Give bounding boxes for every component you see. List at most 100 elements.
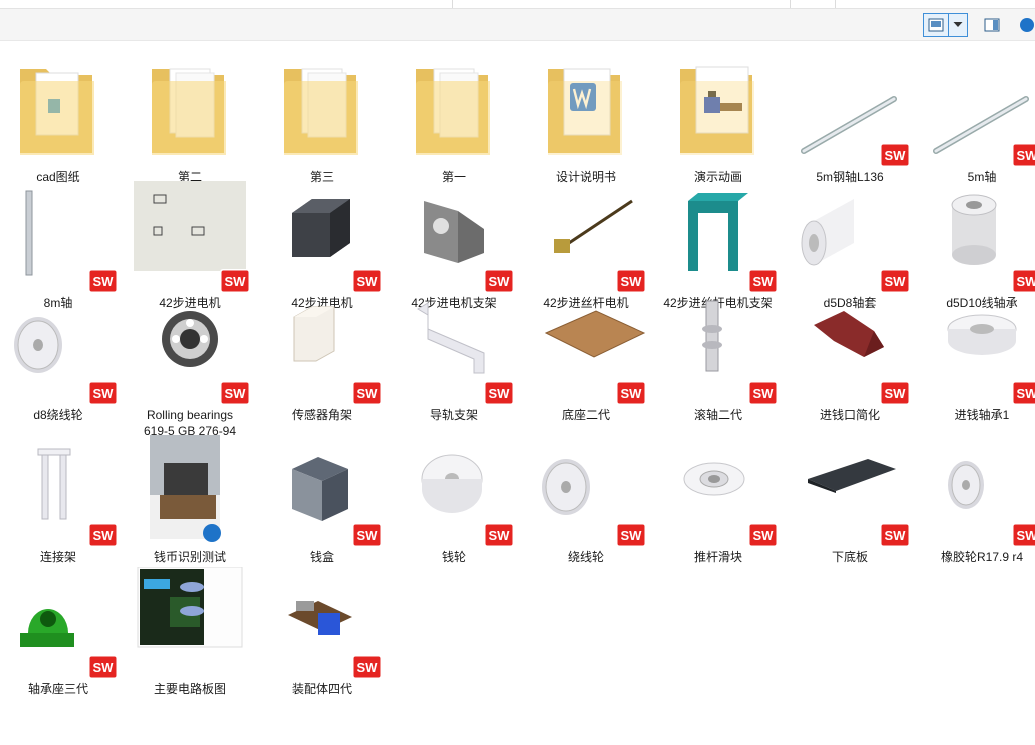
part-preview-icon: SW — [262, 293, 382, 405]
folder-item[interactable]: 第三 — [256, 55, 388, 185]
file-item[interactable]: 主要电路板图 — [124, 567, 256, 697]
file-item[interactable]: SW 绕线轮 — [520, 435, 652, 565]
file-item[interactable]: SW 钱盒 — [256, 435, 388, 565]
column-divider[interactable] — [835, 0, 836, 8]
file-name-label: 推杆滑块 — [693, 550, 742, 564]
file-item[interactable]: SW 推杆滑块 — [652, 435, 784, 565]
part-preview-icon: SW — [658, 181, 778, 293]
file-item[interactable]: SW 42步进电机 — [256, 181, 388, 311]
svg-text:SW: SW — [357, 660, 379, 675]
solidworks-file-icon: SW — [220, 269, 250, 293]
file-item[interactable]: SW 42步进电机 — [124, 181, 256, 311]
file-name-label: 进钱轴承1 — [954, 408, 1010, 422]
thumbnail-icon — [130, 435, 250, 547]
svg-text:SW: SW — [753, 528, 775, 543]
file-item[interactable]: SW 42步进丝杆电机支架 — [652, 181, 784, 311]
file-name-label: 进钱口简化 — [819, 408, 880, 422]
file-item[interactable]: SW d8绕线轮 — [0, 293, 124, 423]
file-name-label: 橡胶轮R17.9 r4 — [940, 550, 1024, 564]
part-preview-icon: SW — [394, 293, 514, 405]
file-item[interactable]: SW 底座二代 — [520, 293, 652, 423]
solidworks-file-icon: SW — [352, 269, 382, 293]
part-preview-icon: SW — [526, 181, 646, 293]
part-preview-icon: SW — [394, 435, 514, 547]
svg-text:SW: SW — [93, 274, 115, 289]
solidworks-file-icon: SW — [352, 655, 382, 679]
solidworks-file-icon: SW — [352, 381, 382, 405]
part-preview-icon: SW — [0, 567, 118, 679]
svg-text:SW: SW — [489, 274, 511, 289]
svg-text:SW: SW — [885, 274, 907, 289]
explorer-toolbar — [0, 0, 1035, 41]
file-item[interactable]: SW 传感器角架 — [256, 293, 388, 423]
solidworks-file-icon: SW — [616, 523, 646, 547]
folder-item[interactable]: 第二 — [124, 55, 256, 185]
folder-icon — [262, 55, 382, 167]
file-item[interactable]: SW 42步进电机支架 — [388, 181, 520, 311]
part-preview-icon: SW — [922, 435, 1035, 547]
folder-item[interactable]: 设计说明书 — [520, 55, 652, 185]
file-item[interactable]: SW Rolling bearings 619-5 GB 276-94 — [124, 293, 256, 439]
solidworks-file-icon: SW — [484, 269, 514, 293]
solidworks-file-icon: SW — [484, 523, 514, 547]
preview-pane-button[interactable] — [980, 13, 1004, 37]
file-item[interactable]: SW 滚轴二代 — [652, 293, 784, 423]
file-item[interactable]: 钱币识别测试 — [124, 435, 256, 565]
change-view-button[interactable] — [923, 13, 949, 37]
file-name-label: d8绕线轮 — [33, 408, 83, 422]
file-item[interactable]: SW 5m轴 — [916, 55, 1035, 185]
part-preview-icon: SW — [262, 181, 382, 293]
file-name-label: 钱轮 — [441, 550, 466, 564]
solidworks-file-icon: SW — [220, 381, 250, 405]
svg-text:SW: SW — [885, 528, 907, 543]
part-preview-icon: SW — [790, 293, 910, 405]
column-divider[interactable] — [452, 0, 453, 8]
solidworks-file-icon: SW — [616, 381, 646, 405]
svg-text:SW: SW — [489, 528, 511, 543]
svg-text:SW: SW — [489, 386, 511, 401]
file-item[interactable]: SW 进钱口简化 — [784, 293, 916, 423]
svg-text:SW: SW — [93, 660, 115, 675]
file-name-label: 下底板 — [831, 550, 868, 564]
file-item[interactable]: SW 装配体四代 — [256, 567, 388, 697]
part-preview-icon: SW — [262, 435, 382, 547]
svg-text:SW: SW — [885, 386, 907, 401]
folder-item[interactable]: 演示动画 — [652, 55, 784, 185]
folder-item[interactable]: 第一 — [388, 55, 520, 185]
file-item[interactable]: SW 轴承座三代 — [0, 567, 124, 697]
column-divider[interactable] — [790, 0, 791, 8]
file-item[interactable]: SW 钱轮 — [388, 435, 520, 565]
folder-icon — [130, 55, 250, 167]
solidworks-file-icon: SW — [880, 269, 910, 293]
file-item[interactable]: SW 进钱轴承1 — [916, 293, 1035, 423]
file-item[interactable]: SW 8m轴 — [0, 181, 124, 311]
file-item[interactable]: SW d5D8轴套 — [784, 181, 916, 311]
part-preview-icon: SW — [0, 181, 118, 293]
help-button[interactable] — [1018, 13, 1035, 37]
part-preview-icon: SW — [790, 55, 910, 167]
file-item[interactable]: SW 橡胶轮R17.9 r4 — [916, 435, 1035, 565]
file-item[interactable]: SW 42步进丝杆电机 — [520, 181, 652, 311]
preview-pane-icon — [984, 18, 1000, 32]
svg-text:SW: SW — [225, 386, 247, 401]
file-item[interactable]: SW 5m钢轴L136 — [784, 55, 916, 185]
solidworks-file-icon: SW — [1012, 143, 1035, 167]
file-item[interactable]: SW d5D10线轴承 — [916, 181, 1035, 311]
solidworks-file-icon: SW — [352, 523, 382, 547]
solidworks-file-icon: SW — [484, 381, 514, 405]
folder-icon — [394, 55, 514, 167]
part-preview-icon: SW — [790, 435, 910, 547]
thumbnail-icon — [130, 567, 250, 679]
file-item[interactable]: SW 下底板 — [784, 435, 916, 565]
part-preview-icon: SW — [658, 293, 778, 405]
file-name-label: 轴承座三代 — [27, 682, 88, 696]
file-name-label: 主要电路板图 — [153, 682, 226, 696]
file-item[interactable]: SW 导轨支架 — [388, 293, 520, 423]
folder-icon — [658, 55, 778, 167]
part-preview-icon: SW — [130, 181, 250, 293]
solidworks-file-icon: SW — [880, 381, 910, 405]
folder-item[interactable]: cad图纸 — [0, 55, 124, 185]
view-options-dropdown[interactable] — [948, 13, 968, 37]
file-name-label: 连接架 — [39, 550, 76, 564]
file-item[interactable]: SW 连接架 — [0, 435, 124, 565]
